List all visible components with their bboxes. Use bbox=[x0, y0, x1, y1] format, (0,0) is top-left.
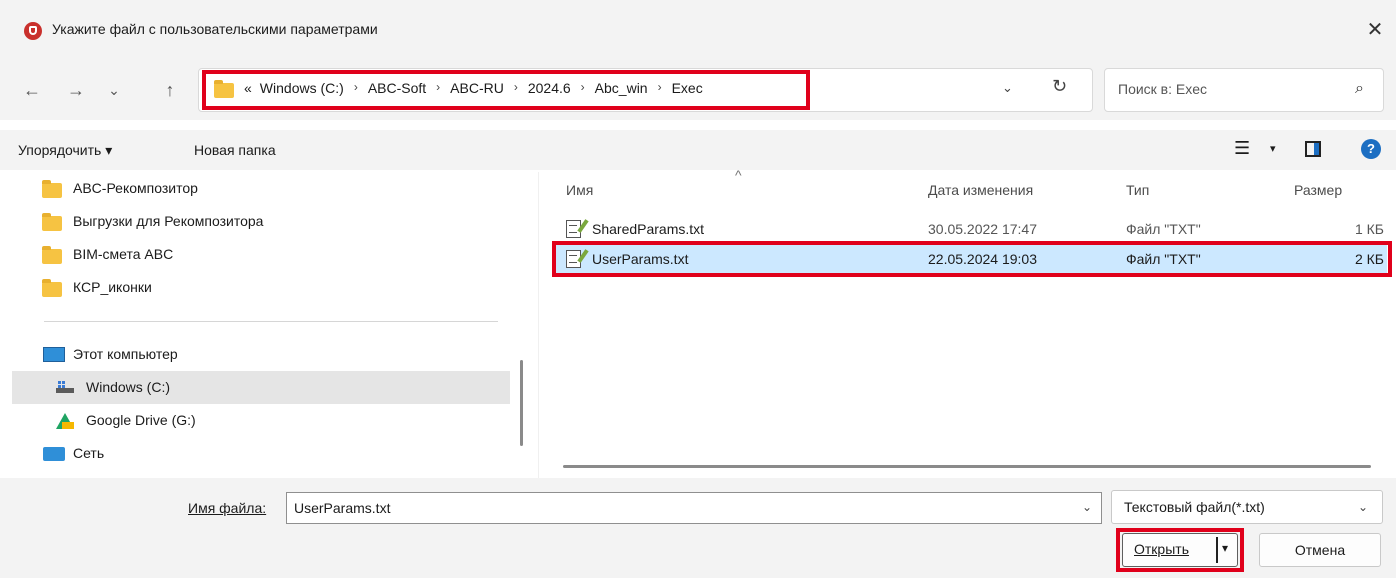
app-shield-icon bbox=[24, 22, 42, 40]
recent-locations-chevron-icon[interactable]: ⌄ bbox=[100, 76, 128, 104]
column-header-date[interactable]: Дата изменения bbox=[928, 182, 1033, 198]
column-header-name[interactable]: Имя bbox=[566, 182, 593, 198]
sidebar-item-exports[interactable]: Выгрузки для Рекомпозитора bbox=[0, 205, 512, 237]
folder-icon bbox=[42, 180, 62, 198]
back-arrow-icon[interactable]: ← bbox=[18, 76, 46, 104]
view-menu-icon[interactable]: ☰ bbox=[1234, 138, 1250, 159]
refresh-icon[interactable]: ↻ bbox=[1052, 76, 1067, 97]
window-title: Укажите файл с пользовательскими парамет… bbox=[52, 21, 378, 37]
drive-icon bbox=[56, 381, 74, 393]
column-header-type[interactable]: Тип bbox=[1126, 182, 1149, 198]
filename-input[interactable] bbox=[286, 492, 1102, 524]
file-type: Файл "TXT" bbox=[1126, 221, 1201, 237]
preview-pane-icon[interactable] bbox=[1305, 141, 1321, 157]
sidebar-item-label: Google Drive (G:) bbox=[86, 412, 196, 428]
sidebar-item-windows-c[interactable]: Windows (C:) bbox=[0, 371, 512, 403]
chevron-down-icon[interactable]: ⌄ bbox=[1082, 500, 1092, 514]
sidebar-scrollbar[interactable] bbox=[520, 360, 523, 446]
address-highlight-box bbox=[202, 70, 810, 110]
column-header-size[interactable]: Размер bbox=[1294, 182, 1342, 198]
computer-icon bbox=[43, 347, 65, 362]
chevron-down-icon[interactable]: ⌄ bbox=[1358, 500, 1368, 514]
text-file-icon bbox=[566, 220, 581, 238]
up-arrow-icon[interactable]: ↑ bbox=[156, 76, 184, 104]
sidebar-item-abc-recomposer[interactable]: ABC-Рекомпозитор bbox=[0, 172, 512, 204]
sidebar-item-label: ABC-Рекомпозитор bbox=[73, 180, 198, 196]
sidebar-item-label: BIM-смета ABC bbox=[73, 246, 174, 262]
file-name: SharedParams.txt bbox=[592, 221, 705, 237]
file-date: 30.05.2022 17:47 bbox=[928, 221, 1037, 237]
sort-ascending-icon: ^ bbox=[735, 167, 742, 183]
google-drive-icon bbox=[56, 413, 74, 429]
view-caret-icon[interactable]: ▾ bbox=[1270, 142, 1276, 155]
file-size: 1 КБ bbox=[1354, 221, 1384, 237]
sidebar-item-bim-smeta[interactable]: BIM-смета ABC bbox=[0, 238, 512, 270]
horizontal-scrollbar[interactable] bbox=[563, 465, 1371, 468]
new-folder-button[interactable]: Новая папка bbox=[194, 142, 276, 158]
sidebar-item-google-drive[interactable]: Google Drive (G:) bbox=[0, 404, 512, 436]
folder-icon bbox=[42, 279, 62, 297]
search-placeholder: Поиск в: Exec bbox=[1118, 81, 1208, 97]
sidebar-divider bbox=[44, 321, 498, 322]
sidebar-item-this-pc[interactable]: Этот компьютер bbox=[0, 338, 512, 370]
filename-label: Имя файла: bbox=[188, 500, 266, 516]
organize-button[interactable]: Упорядочить ▾ bbox=[18, 142, 112, 159]
folder-icon bbox=[42, 213, 62, 231]
chevron-down-icon[interactable]: ⌄ bbox=[1002, 80, 1013, 96]
sidebar-item-label: Этот компьютер bbox=[73, 346, 178, 362]
help-icon[interactable]: ? bbox=[1361, 139, 1381, 159]
pane-splitter[interactable] bbox=[538, 172, 539, 478]
row-highlight-box bbox=[552, 241, 1392, 277]
folder-icon bbox=[42, 246, 62, 264]
open-highlight-box bbox=[1116, 528, 1244, 572]
sidebar-item-network[interactable]: Сеть bbox=[0, 437, 512, 469]
close-button[interactable]: ✕ bbox=[1360, 16, 1390, 44]
network-icon bbox=[43, 447, 65, 461]
cancel-button[interactable]: Отмена bbox=[1259, 533, 1381, 567]
sidebar-item-label: КСР_иконки bbox=[73, 279, 152, 295]
filename-label-text: Имя файла: bbox=[188, 500, 267, 516]
sidebar-item-ksr-icons[interactable]: КСР_иконки bbox=[0, 271, 512, 303]
filename-value: UserParams.txt bbox=[294, 500, 391, 516]
table-row[interactable]: SharedParams.txt 30.05.2022 17:47 Файл "… bbox=[554, 214, 1388, 244]
forward-arrow-icon[interactable]: → bbox=[62, 76, 90, 104]
sidebar-item-label: Windows (C:) bbox=[86, 379, 171, 395]
sidebar-item-label: Сеть bbox=[73, 445, 105, 461]
filetype-value: Текстовый файл(*.txt) bbox=[1124, 499, 1265, 515]
search-icon[interactable]: ⌕ bbox=[1355, 80, 1364, 98]
sidebar-item-label: Выгрузки для Рекомпозитора bbox=[73, 213, 264, 229]
